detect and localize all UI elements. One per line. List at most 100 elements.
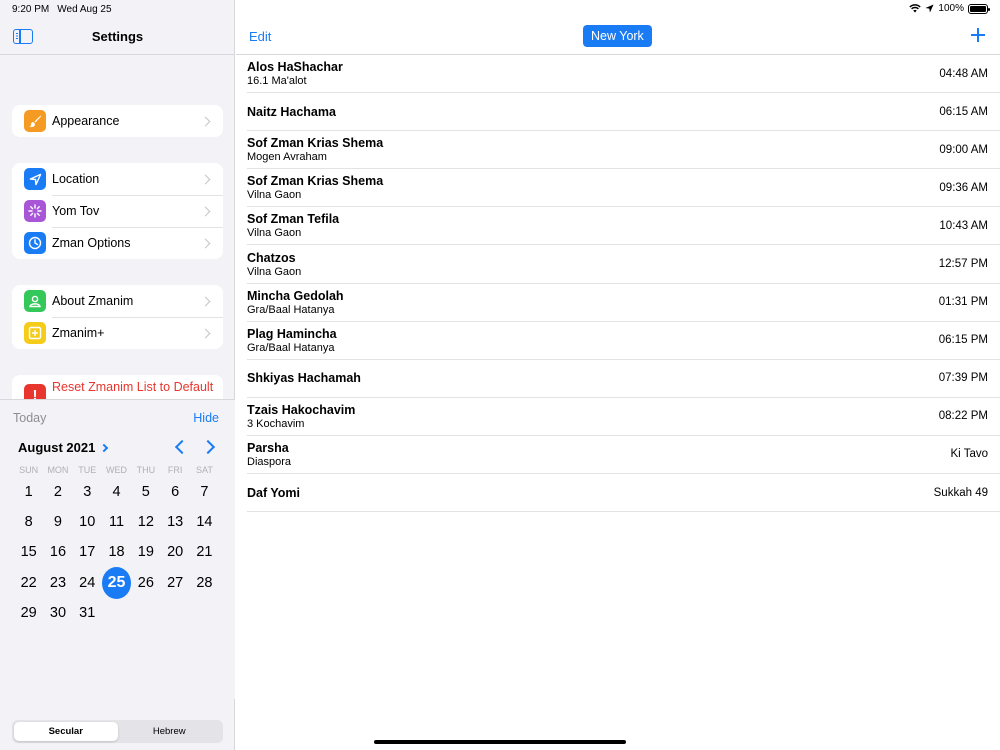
zman-text: Sof Zman Krias Shema Vilna Gaon: [247, 174, 383, 201]
calendar-day[interactable]: 18: [102, 537, 131, 567]
status-bar: 9:20 PM Wed Aug 25 100%: [0, 0, 1000, 18]
calendar-day[interactable]: 1: [14, 477, 43, 507]
calendar-day[interactable]: 9: [43, 507, 72, 537]
calendar-day[interactable]: 30: [43, 598, 72, 628]
calendar-day[interactable]: 4: [102, 477, 131, 507]
person-icon: [24, 290, 46, 312]
settings-item-appearance[interactable]: Appearance: [12, 105, 223, 137]
calendar-day[interactable]: 8: [14, 507, 43, 537]
segment-hebrew[interactable]: Hebrew: [118, 722, 222, 741]
calendar-day-number: 22: [20, 574, 37, 591]
month-selector[interactable]: August 2021: [18, 440, 109, 455]
today-button[interactable]: Today: [13, 411, 46, 425]
calendar-day[interactable]: 21: [190, 537, 219, 567]
settings-item-location[interactable]: Location: [12, 163, 223, 195]
zman-row[interactable]: Sof Zman Tefila Vilna Gaon 10:43 AM: [247, 207, 1000, 246]
zman-name: Chatzos: [247, 250, 296, 265]
add-icon[interactable]: [971, 28, 985, 42]
zman-time: 01:31 PM: [938, 296, 988, 309]
calendar-day-number: 2: [53, 484, 62, 501]
calendar-day[interactable]: 23: [43, 568, 72, 598]
chevron-right-icon: [100, 443, 109, 452]
city-button[interactable]: New York: [583, 25, 652, 47]
paintbrush-icon: [24, 110, 46, 132]
zman-text: Chatzos Vilna Gaon: [247, 251, 301, 278]
sparkle-icon: [24, 200, 46, 222]
zman-row[interactable]: Plag Hamincha Gra/Baal Hatanya 06:15 PM: [247, 322, 1000, 360]
calendar-day-number: 9: [53, 514, 62, 531]
previous-month-icon[interactable]: [174, 439, 190, 455]
chevron-right-icon: [200, 328, 211, 338]
zman-row[interactable]: Parsha Diaspora Ki Tavo: [247, 436, 1000, 475]
wifi-icon: [909, 4, 922, 13]
zman-row[interactable]: Naitz Hachama 06:15 AM: [247, 93, 1000, 132]
chevron-right-icon: [200, 238, 211, 248]
calendar-day[interactable]: 13: [160, 507, 189, 537]
calendar-day[interactable]: 19: [131, 537, 160, 567]
month-label: August 2021: [18, 440, 96, 455]
zman-opinion: Diaspora: [247, 455, 292, 468]
zman-name: Tzais Hakochavim: [247, 402, 356, 417]
calendar-day-number: 11: [109, 514, 125, 531]
calendar-day[interactable]: 17: [73, 537, 102, 567]
zman-text: Alos HaShachar 16.1 Ma'alot: [247, 60, 343, 87]
settings-item-label: Appearance: [52, 114, 120, 128]
calendar-day[interactable]: 27: [160, 568, 189, 598]
calendar-day[interactable]: 12: [131, 507, 160, 537]
zman-time: 04:48 AM: [939, 67, 988, 80]
zman-opinion: Vilna Gaon: [247, 227, 302, 240]
calendar-day[interactable]: 20: [160, 537, 189, 567]
calendar-day[interactable]: 3: [73, 477, 102, 507]
calendar-day-number: 8: [24, 514, 33, 531]
calendar-day-number: 14: [196, 514, 213, 531]
calendar-day[interactable]: 6: [160, 477, 189, 507]
zman-name: Shkiyas Hachamah: [247, 371, 361, 386]
calendar-day[interactable]: 7: [190, 477, 219, 507]
calendar-day-number: 18: [108, 544, 125, 561]
zman-time: 10:43 AM: [939, 219, 988, 232]
zman-row[interactable]: Sof Zman Krias Shema Vilna Gaon 09:36 AM: [247, 169, 1000, 208]
settings-group-reset: ! Reset Zmanim List to Default: [12, 375, 223, 399]
next-month-icon[interactable]: [200, 439, 216, 455]
location-status-icon: [925, 4, 934, 13]
sidebar-header: Settings: [0, 18, 235, 55]
calendar-day-number: 17: [79, 544, 96, 561]
calendar-day[interactable]: 14: [190, 507, 219, 537]
edit-button[interactable]: Edit: [249, 29, 271, 44]
calendar-day[interactable]: 16: [43, 537, 72, 567]
settings-item-reset[interactable]: ! Reset Zmanim List to Default: [12, 375, 223, 399]
calendar-day[interactable]: 24: [73, 568, 102, 598]
settings-item-zmanim-plus[interactable]: Zmanim+: [12, 317, 223, 349]
calendar-day[interactable]: 26: [131, 568, 160, 598]
zman-time: 07:39 PM: [938, 372, 988, 385]
calendar-day[interactable]: 31: [73, 598, 102, 628]
zman-row[interactable]: Shkiyas Hachamah 07:39 PM: [247, 360, 1000, 398]
weekday-label: SUN: [19, 465, 39, 475]
calendar-day[interactable]: 2: [43, 477, 72, 507]
zman-row[interactable]: Tzais Hakochavim 3 Kochavim 08:22 PM: [247, 398, 1000, 436]
zman-row[interactable]: Sof Zman Krias Shema Mogen Avraham 09:00 A…: [247, 131, 1000, 170]
zman-row[interactable]: Chatzos Vilna Gaon 12:57 PM: [247, 245, 1000, 284]
calendar-day-selected[interactable]: 25: [101, 566, 132, 599]
calendar-day[interactable]: 22: [14, 568, 43, 598]
zman-row[interactable]: Alos HaShachar 16.1 Ma'alot 04:48 AM: [247, 55, 1000, 94]
main-header: Edit New York: [236, 18, 1000, 55]
segment-secular[interactable]: Secular: [14, 722, 118, 741]
calendar-day-number: 1: [24, 484, 33, 501]
calendar-day-number: 20: [167, 544, 184, 561]
settings-item-about[interactable]: About Zmanim: [12, 285, 223, 317]
zman-row[interactable]: Mincha Gedolah Gra/Baal Hatanya 01:31 PM: [247, 284, 1000, 322]
settings-group-options: Location Yom Tov Zman Options: [12, 163, 223, 259]
settings-item-yom-tov[interactable]: Yom Tov: [12, 195, 223, 227]
calendar-day[interactable]: 29: [14, 598, 43, 628]
hide-button[interactable]: Hide: [193, 411, 219, 425]
calendar-day[interactable]: 5: [131, 477, 160, 507]
calendar-day[interactable]: 11: [102, 507, 131, 537]
settings-item-zman-options[interactable]: Zman Options: [12, 227, 223, 259]
zman-row[interactable]: Daf Yomi Sukkah 49: [247, 474, 1000, 513]
home-indicator[interactable]: [374, 740, 626, 744]
calendar-day[interactable]: 10: [73, 507, 102, 537]
calendar-day[interactable]: 15: [14, 537, 43, 567]
date-picker: Today Hide August 2021 SUN MON TUE WED THU FR…: [0, 399, 235, 699]
calendar-day[interactable]: 28: [190, 568, 219, 598]
